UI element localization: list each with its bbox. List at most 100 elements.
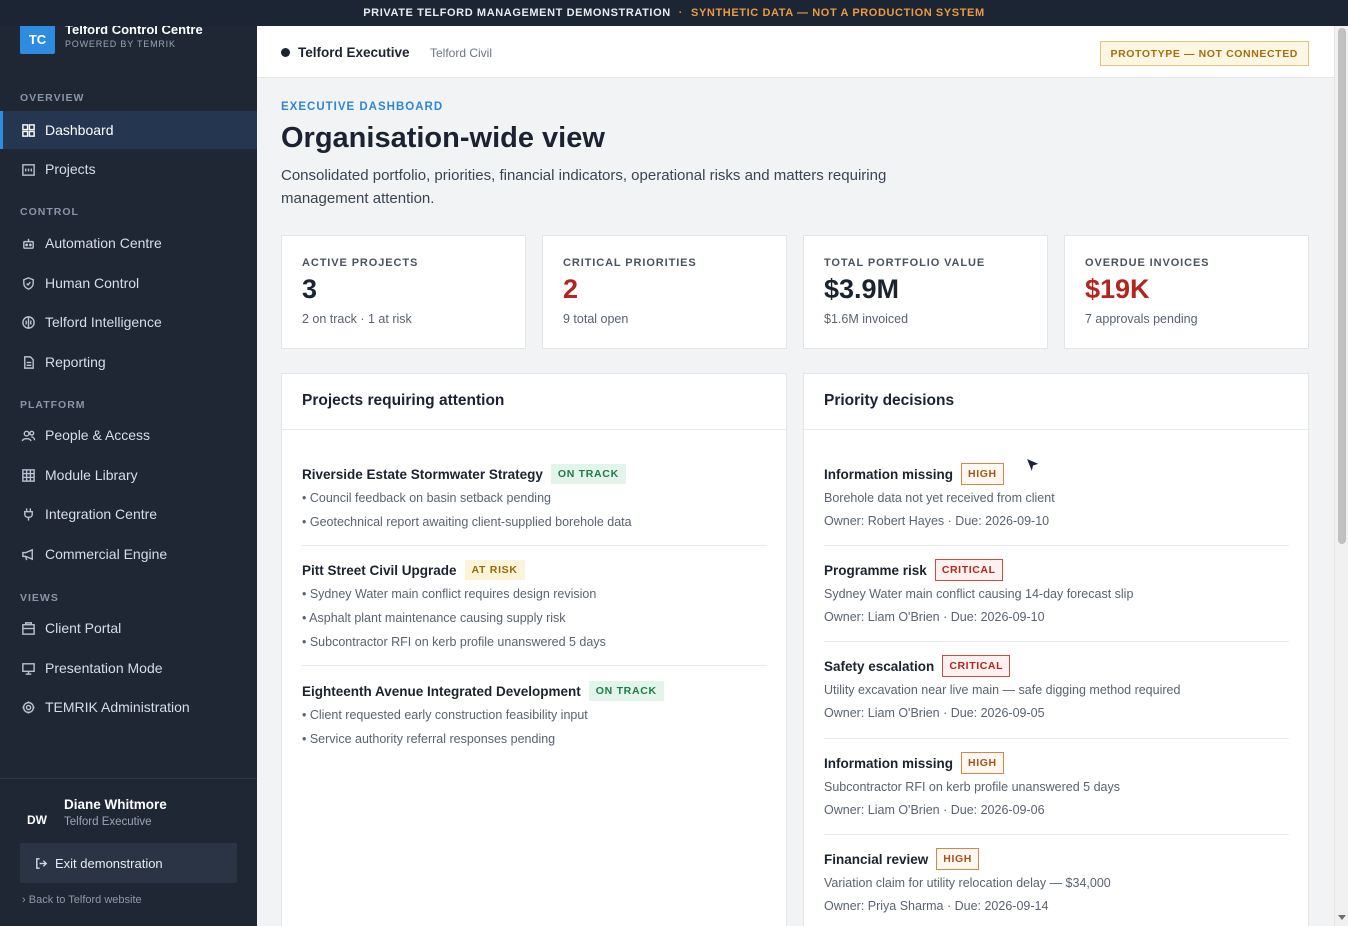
robot-icon xyxy=(20,235,36,251)
sidebar-item-commercial-engine[interactable]: Commercial Engine xyxy=(0,535,257,573)
decision-item[interactable]: Safety escalation CRITICAL Utility excav… xyxy=(824,655,1289,723)
megaphone-icon xyxy=(20,546,36,562)
stat-label: TOTAL PORTFOLIO VALUE xyxy=(824,257,986,269)
divider xyxy=(824,641,1289,642)
scrollbar-thumb[interactable] xyxy=(1338,28,1346,544)
portal-icon xyxy=(20,620,36,636)
brand-logo: TC xyxy=(20,24,55,54)
sidebar-item-label: Projects xyxy=(45,161,96,177)
stat-card-overdue-invoices: OVERDUE INVOICES $19K 7 approvals pendin… xyxy=(1064,235,1309,349)
project-card[interactable]: Eighteenth Avenue Integrated Development… xyxy=(302,680,767,751)
project-name[interactable]: Eighteenth Avenue Integrated Development xyxy=(302,684,581,699)
sidebar-item-automation-centre[interactable]: Automation Centre xyxy=(0,224,257,262)
panel-title: Projects requiring attention xyxy=(302,392,505,409)
status-dot-icon xyxy=(281,48,290,57)
demo-banner: PRIVATE TELFORD MANAGEMENT DEMONSTRATION… xyxy=(0,0,1348,26)
page-title: Organisation-wide view xyxy=(281,122,605,154)
stat-label: ACTIVE PROJECTS xyxy=(302,257,419,269)
sidebar-item-label: Human Control xyxy=(45,275,140,291)
priority-badge: CRITICAL xyxy=(942,655,1011,677)
exit-icon xyxy=(36,857,48,869)
priority-decisions-panel: Priority decisions Information missing H… xyxy=(803,373,1309,926)
decision-item[interactable]: Financial review HIGH Variation claim fo… xyxy=(824,848,1289,916)
sidebar-item-human-control[interactable]: Human Control xyxy=(0,264,257,302)
back-link-label: Back to Telford website xyxy=(28,894,142,906)
project-note: • Sydney Water main conflict requires de… xyxy=(302,587,597,601)
priority-badge: HIGH xyxy=(936,848,979,870)
priority-badge: CRITICAL xyxy=(934,559,1003,581)
topbar-org[interactable]: Telford Executive xyxy=(298,45,410,60)
sidebar-item-presentation-mode[interactable]: Presentation Mode xyxy=(0,649,257,687)
sidebar-item-telford-intelligence[interactable]: Telford Intelligence xyxy=(0,303,257,341)
stat-value: $19K xyxy=(1085,274,1150,304)
sidebar-item-client-portal[interactable]: Client Portal xyxy=(0,609,257,647)
topbar-sub[interactable]: Telford Civil xyxy=(430,46,492,60)
page-scrollbar[interactable] xyxy=(1334,0,1348,926)
stat-note: 9 total open xyxy=(563,312,629,326)
project-name[interactable]: Pitt Street Civil Upgrade xyxy=(302,563,457,578)
user-block: DW Diane Whitmore Telford Executive Exit… xyxy=(0,778,257,926)
banner-right-text: SYNTHETIC DATA — NOT A PRODUCTION SYSTEM xyxy=(691,7,985,19)
sidebar-item-label: Reporting xyxy=(45,354,106,370)
decision-description: Borehole data not yet received from clie… xyxy=(824,491,1055,505)
stat-card-active-projects: ACTIVE PROJECTS 3 2 on track · 1 at risk xyxy=(281,235,526,349)
project-card[interactable]: Riverside Estate Stormwater Strategy ON … xyxy=(302,463,767,534)
sidebar-item-dashboard[interactable]: Dashboard xyxy=(0,111,257,149)
divider xyxy=(302,545,767,546)
banner-separator: · xyxy=(678,7,684,19)
decision-title[interactable]: Financial review xyxy=(824,852,928,867)
decision-title[interactable]: Programme risk xyxy=(824,563,927,578)
stat-label: OVERDUE INVOICES xyxy=(1085,257,1210,269)
decision-item[interactable]: Programme risk CRITICAL Sydney Water mai… xyxy=(824,559,1289,627)
project-card[interactable]: Pitt Street Civil Upgrade AT RISK • Sydn… xyxy=(302,559,767,654)
sidebar-item-integration-centre[interactable]: Integration Centre xyxy=(0,495,257,533)
decision-description: Utility excavation near live main — safe… xyxy=(824,683,1181,697)
sidebar-item-label: Automation Centre xyxy=(45,235,162,251)
brain-icon xyxy=(20,314,36,330)
decision-title[interactable]: Safety escalation xyxy=(824,659,934,674)
decision-title[interactable]: Information missing xyxy=(824,756,953,771)
building-icon xyxy=(20,161,36,177)
back-to-website-link[interactable]: › Back to Telford website xyxy=(22,894,142,906)
exit-demonstration-button[interactable]: Exit demonstration xyxy=(20,843,237,883)
sidebar-item-temrik-administration[interactable]: TEMRIK Administration xyxy=(0,688,257,726)
topbar: Telford Executive Telford Civil PROTOTYP… xyxy=(257,26,1334,78)
divider xyxy=(824,834,1289,835)
status-badge: ON TRACK xyxy=(550,464,626,484)
sidebar-item-label: Presentation Mode xyxy=(45,660,163,676)
brand[interactable]: TC Telford Control Centre POWERED BY TEM… xyxy=(20,22,203,54)
decision-item[interactable]: Information missing HIGH Borehole data n… xyxy=(824,463,1289,531)
section-label-control: CONTROL xyxy=(20,206,79,218)
monitor-icon xyxy=(20,660,36,676)
panel-divider xyxy=(282,429,786,430)
sidebar-item-module-library[interactable]: Module Library xyxy=(0,456,257,494)
shield-icon xyxy=(20,275,36,291)
panel-divider xyxy=(804,429,1308,430)
sidebar-item-reporting[interactable]: Reporting xyxy=(0,343,257,381)
sidebar-item-label: Telford Intelligence xyxy=(45,314,162,330)
project-note: • Asphalt plant maintenance causing supp… xyxy=(302,611,566,625)
project-note: • Service authority referral responses p… xyxy=(302,732,556,746)
decision-owner: Owner: Liam O'Brien · Due: 2026-09-10 xyxy=(824,610,1045,624)
panel-title: Priority decisions xyxy=(824,392,955,409)
priority-badge: HIGH xyxy=(961,752,1004,774)
sidebar-item-projects[interactable]: Projects xyxy=(0,150,257,188)
decision-description: Variation claim for utility relocation d… xyxy=(824,876,1111,890)
scroll-down-arrow-icon[interactable] xyxy=(1338,915,1346,920)
sidebar-item-label: Module Library xyxy=(45,467,138,483)
decision-item[interactable]: Information missing HIGH Subcontractor R… xyxy=(824,752,1289,820)
divider xyxy=(824,545,1289,546)
stat-note: 2 on track · 1 at risk xyxy=(302,312,412,326)
sidebar-item-people-access[interactable]: People & Access xyxy=(0,416,257,454)
decision-title[interactable]: Information missing xyxy=(824,467,953,482)
divider xyxy=(302,665,767,666)
plug-icon xyxy=(20,506,36,522)
avatar[interactable]: DW xyxy=(20,803,54,837)
project-note: • Geotechnical report awaiting client-su… xyxy=(302,515,632,529)
section-label-overview: OVERVIEW xyxy=(20,92,85,104)
report-icon xyxy=(20,354,36,370)
project-name[interactable]: Riverside Estate Stormwater Strategy xyxy=(302,467,543,482)
users-icon xyxy=(20,427,36,443)
sidebar-item-label: TEMRIK Administration xyxy=(45,699,190,715)
project-note: • Client requested early construction fe… xyxy=(302,708,588,722)
